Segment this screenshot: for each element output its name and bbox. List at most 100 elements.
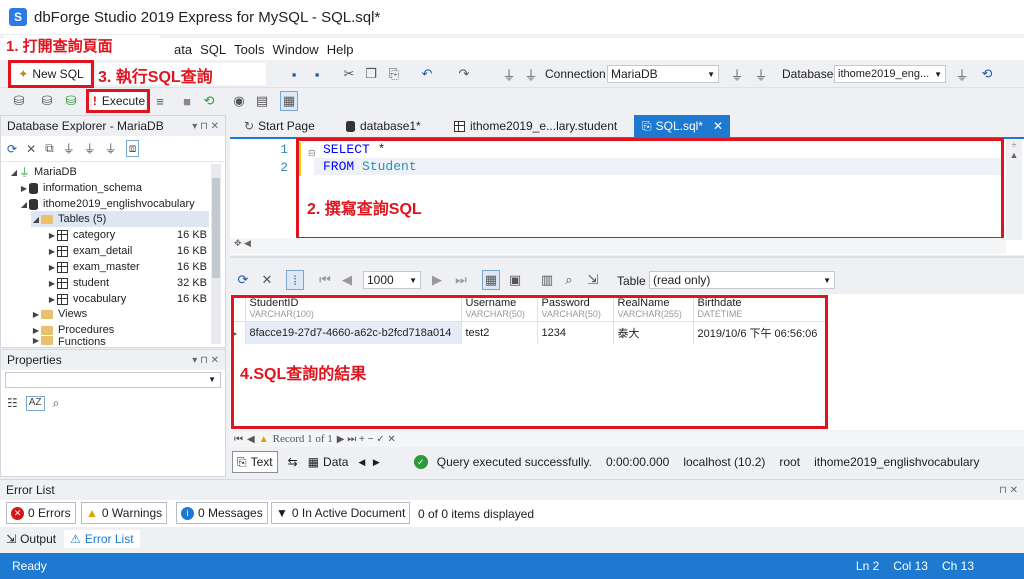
scrollbar-thumb[interactable]: [212, 178, 220, 278]
menu-tools[interactable]: Tools: [230, 42, 268, 57]
tree-root[interactable]: ◢ ⏚ MariaDB: [9, 164, 77, 180]
camera-icon[interactable]: ◉: [230, 91, 248, 111]
card-mode-icon[interactable]: ▣: [506, 270, 524, 290]
splitter[interactable]: [230, 256, 1024, 258]
tab-start-page[interactable]: ↻ Start Page: [236, 115, 323, 137]
refresh-icon[interactable]: ⟳: [7, 142, 17, 156]
grid-view-icon[interactable]: ▦: [280, 91, 298, 111]
disconnect-all-icon[interactable]: ⏚: [105, 140, 117, 157]
panel-controls-icon[interactable]: ⊓ ✕: [999, 485, 1024, 496]
expanded-caret-icon: ◢: [20, 199, 28, 209]
export-data-icon[interactable]: ⇲: [584, 270, 602, 290]
db-edit-icon[interactable]: ⛁: [38, 91, 56, 111]
panel-controls-icon[interactable]: ▾ ⊓ ✕: [192, 121, 225, 132]
refresh-database-icon[interactable]: ⟲: [978, 64, 996, 84]
explorer-scrollbar[interactable]: [211, 164, 221, 344]
connection-plug-icon[interactable]: ⏚: [728, 64, 746, 84]
tab-student-table[interactable]: ithome2019_e...lary.student: [446, 115, 625, 137]
grid-mode-icon[interactable]: ▦: [482, 270, 500, 290]
errors-filter-button[interactable]: ✕ 0 Errors: [6, 502, 76, 524]
new-connection-icon[interactable]: ⏚: [63, 140, 75, 157]
disconnect-icon[interactable]: ⏚: [522, 64, 540, 84]
db-icon[interactable]: ⛁: [10, 91, 28, 111]
stop-icon[interactable]: ■: [178, 91, 196, 111]
database-plug-icon[interactable]: ⏚: [953, 64, 971, 84]
table-name: exam_master: [73, 261, 140, 273]
refresh-results-icon[interactable]: ⟳: [234, 270, 252, 290]
find-icon[interactable]: ⌕: [560, 270, 578, 290]
table-mode-value: (read only): [653, 273, 711, 287]
prev-tab-icon[interactable]: ◀ ▶: [358, 457, 379, 468]
connection-unplug-icon[interactable]: ⏚: [752, 64, 770, 84]
db-check-icon[interactable]: ⛁: [62, 91, 80, 111]
in-doc-label: 0 In Active Document: [291, 506, 406, 520]
tree-table-exam-detail[interactable]: ▶ exam_detail 16 KB: [47, 243, 207, 259]
messages-filter-button[interactable]: i 0 Messages: [176, 502, 268, 524]
delete-icon[interactable]: ✕: [26, 142, 36, 156]
prev-page-icon[interactable]: ◀: [338, 270, 356, 290]
paste-icon[interactable]: ⎘: [385, 64, 403, 84]
expanded-caret-icon: ◢: [32, 214, 40, 224]
menu-window[interactable]: Window: [268, 42, 322, 57]
tab-output[interactable]: ⇲ Output: [6, 532, 56, 546]
cut-icon[interactable]: ✂: [340, 64, 358, 84]
sync-icon[interactable]: ⧈: [125, 140, 140, 157]
columns-icon[interactable]: ▥: [538, 270, 556, 290]
sort-alpha-icon[interactable]: AZ: [25, 396, 45, 411]
redo-icon[interactable]: ↷: [455, 64, 473, 84]
tree-table-category[interactable]: ▶ category 16 KB: [47, 227, 207, 243]
next-page-icon[interactable]: ▶: [428, 270, 446, 290]
tree-db-information-schema[interactable]: ▶ information_schema: [19, 180, 142, 196]
tab-error-list[interactable]: ⚠ Error List: [64, 530, 140, 548]
data-tab-label[interactable]: Data: [323, 455, 348, 469]
menu-help[interactable]: Help: [323, 42, 358, 57]
errors-label: 0 Errors: [28, 506, 71, 520]
connect-icon[interactable]: ⏚: [500, 64, 518, 84]
nav-next-icon[interactable]: ▶ ⏭ + − ✓ ✕: [337, 434, 396, 445]
warnings-filter-button[interactable]: ▲ 0 Warnings: [81, 502, 168, 524]
annotation-step1: 1. 打開查詢頁面: [4, 35, 160, 57]
undo-icon[interactable]: ↶: [418, 64, 436, 84]
highlight-execute: [86, 89, 150, 113]
switch-icon[interactable]: ⇆: [288, 455, 298, 469]
tab-sql[interactable]: ⎘ SQL.sql* ✕: [634, 115, 730, 137]
tree-views-folder[interactable]: ▶ Views: [31, 306, 87, 322]
categorized-icon[interactable]: ☷: [7, 396, 18, 411]
tree-db-ithome[interactable]: ◢ ithome2019_englishvocabulary: [19, 196, 195, 212]
close-tab-icon[interactable]: ✕: [713, 119, 723, 133]
tree-table-exam-master[interactable]: ▶ exam_master 16 KB: [47, 259, 207, 275]
database-select[interactable]: ithome2019_eng... ▼: [834, 65, 946, 83]
collapsed-caret-icon: ▶: [48, 230, 56, 240]
menu-sql[interactable]: SQL: [196, 42, 230, 57]
properties-object-select[interactable]: ▼: [5, 372, 221, 388]
copy-icon[interactable]: ❐: [362, 64, 380, 84]
editor-hscroll[interactable]: ✥ ◀: [230, 238, 1006, 254]
editor-vscroll[interactable]: ÷ ▲: [1006, 140, 1022, 240]
first-page-icon[interactable]: ⏮: [316, 270, 334, 290]
filter-icon[interactable]: ⧉: [45, 141, 54, 156]
text-tab[interactable]: ⎘ Text: [232, 451, 278, 473]
tree-tables-folder[interactable]: ◢ Tables (5): [31, 211, 209, 227]
menu-data[interactable]: ata: [170, 42, 196, 57]
nav-first-icon[interactable]: ⏮: [234, 434, 243, 445]
property-pages-icon[interactable]: ⌕: [53, 396, 60, 411]
save-icon[interactable]: ▪: [285, 64, 303, 84]
delete-row-icon[interactable]: ✕: [258, 270, 276, 290]
save-all-icon[interactable]: ▪: [308, 64, 326, 84]
export-icon[interactable]: ▤: [253, 91, 271, 111]
last-page-icon[interactable]: ⏭: [452, 270, 470, 290]
table-mode-select[interactable]: (read only) ▼: [649, 271, 835, 289]
paging-icon[interactable]: ⁞: [286, 270, 304, 290]
tree-functions-folder[interactable]: ▶ Functions: [31, 336, 106, 346]
connection-select[interactable]: MariaDB ▼: [607, 65, 719, 83]
history-icon[interactable]: ⟲: [200, 91, 218, 111]
edit-connection-icon[interactable]: ⏚: [84, 140, 96, 157]
active-document-filter-button[interactable]: ▼ 0 In Active Document: [271, 502, 411, 524]
tree-table-student[interactable]: ▶ student 32 KB: [47, 275, 207, 291]
execute-current-icon[interactable]: ≡: [151, 91, 169, 111]
nav-prev-icon[interactable]: ◀: [247, 434, 255, 445]
tree-table-vocabulary[interactable]: ▶ vocabulary 16 KB: [47, 291, 207, 307]
panel-controls-icon[interactable]: ▾ ⊓ ✕: [192, 355, 225, 366]
page-size-select[interactable]: 1000 ▼: [363, 271, 421, 289]
tab-database1[interactable]: database1*: [338, 115, 429, 137]
